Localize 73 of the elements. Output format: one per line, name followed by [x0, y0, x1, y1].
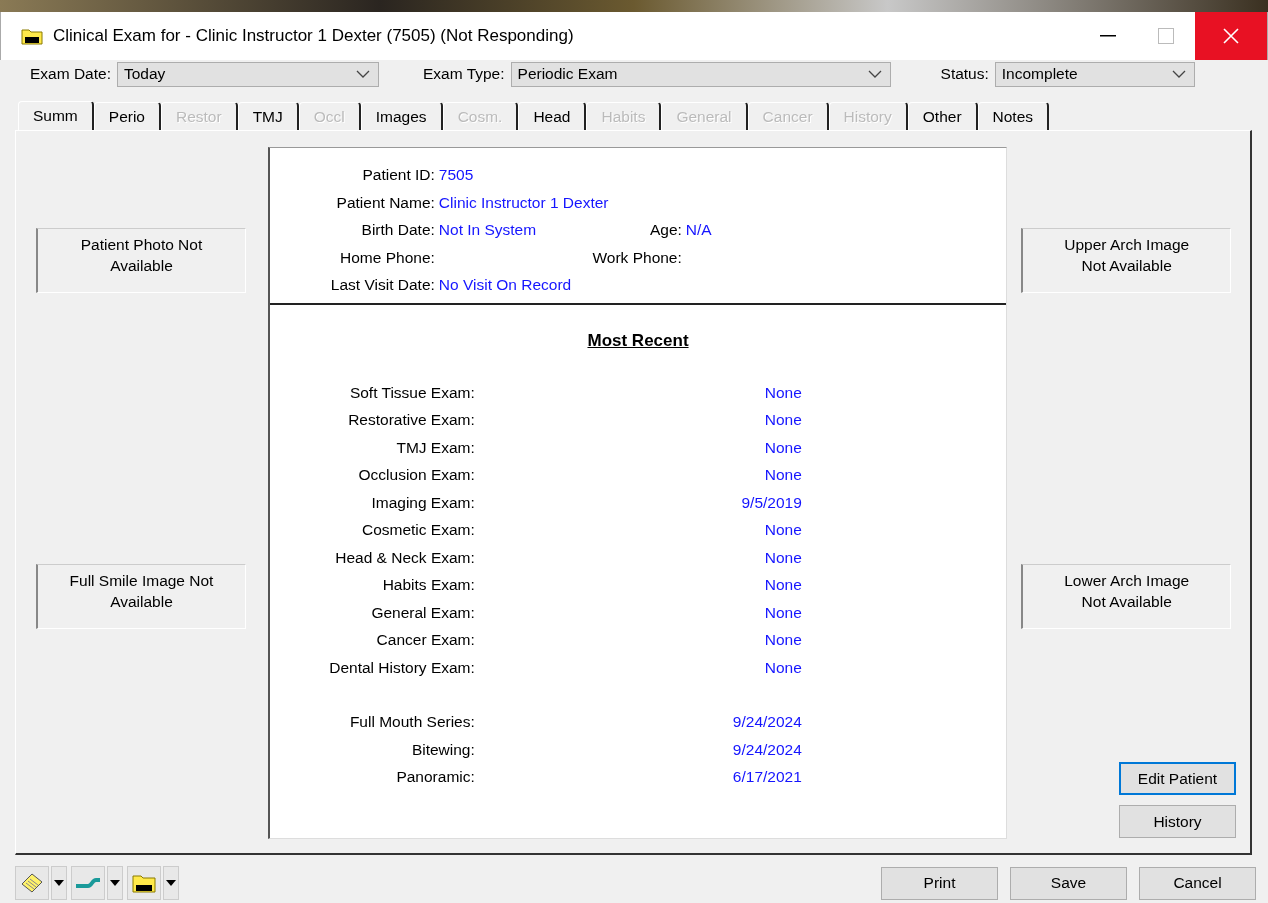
- tab[interactable]: Perio: [93, 102, 161, 130]
- tab[interactable]: Notes: [977, 102, 1050, 130]
- exam-date: None: [763, 630, 802, 650]
- field-label: Patient ID:: [361, 165, 435, 185]
- exam-date: 6/17/2021: [731, 767, 802, 787]
- section-heading: Most Recent: [586, 330, 690, 351]
- field-label: Home Phone:: [339, 247, 435, 268]
- folder-icon: [21, 27, 43, 45]
- tab[interactable]: Images: [360, 102, 443, 130]
- exam-label: Dental History Exam:: [328, 657, 475, 678]
- cancel-button[interactable]: Cancel: [1139, 866, 1256, 900]
- maximize-icon: [1158, 28, 1174, 44]
- exam-date: None: [763, 437, 802, 458]
- tab[interactable]: Head: [518, 102, 587, 130]
- exam-label: Habits Exam:: [381, 575, 475, 595]
- dropdown-field[interactable]: Today: [117, 61, 379, 87]
- placeholder-text: Patient Photo Not Available: [80, 236, 203, 274]
- exam-label: General Exam:: [370, 602, 475, 623]
- exam-label: TMJ Exam:: [395, 437, 475, 458]
- history-button[interactable]: History: [1119, 805, 1236, 838]
- exam-label: Occlusion Exam:: [357, 465, 475, 485]
- field-label: Age:: [648, 220, 682, 240]
- close-icon: [1223, 28, 1239, 44]
- placeholder-text: Full Smile Image Not Available: [69, 572, 214, 610]
- print-button[interactable]: Print: [881, 866, 998, 900]
- dropdown-icon[interactable]: [867, 70, 882, 78]
- save-button[interactable]: Save: [1010, 866, 1127, 900]
- field-value: No Visit On Record: [438, 276, 572, 293]
- exam-label: Cancer Exam:: [375, 630, 475, 650]
- dropdown-icon[interactable]: [1171, 70, 1186, 78]
- tab[interactable]: TMJ: [237, 102, 299, 130]
- notepad-icon[interactable]: [15, 866, 49, 900]
- exam-label: Soft Tissue Exam:: [348, 382, 475, 403]
- exam-label: Bitewing:: [410, 739, 475, 760]
- field-label: Status:: [940, 65, 989, 83]
- dropdown-field[interactable]: Incomplete: [994, 61, 1195, 87]
- window-title: Clinical Exam for - Clinic Instructor 1 Dexter (7505) (Not Responding): [53, 26, 575, 46]
- edit-patient-button[interactable]: Edit Patient: [1119, 762, 1236, 795]
- exam-label: Restorative Exam:: [347, 410, 475, 430]
- exam-date: 9/24/2024: [731, 712, 802, 732]
- field-label: Exam Type:: [423, 65, 505, 83]
- field-value: Not In System: [438, 221, 537, 238]
- placeholder-text: Upper Arch Image Not Available: [1064, 236, 1190, 274]
- exam-date: None: [763, 602, 802, 623]
- exam-date: None: [763, 465, 802, 485]
- dropdown-field[interactable]: Periodic Exam: [510, 61, 891, 87]
- field-label: Work Phone:: [591, 247, 682, 268]
- exam-label: Cosmetic Exam:: [360, 520, 475, 540]
- exam-date: None: [763, 382, 802, 403]
- field-label: Patient Name:: [335, 192, 435, 213]
- field-value: 7505: [438, 166, 474, 183]
- field-value: Clinic Instructor 1 Dexter: [438, 193, 609, 211]
- minimize-icon: [1100, 35, 1116, 37]
- placeholder-text: Lower Arch Image Not Available: [1064, 572, 1190, 610]
- exam-label: Imaging Exam:: [370, 492, 475, 513]
- exam-label: Full Mouth Series:: [348, 712, 475, 732]
- tab[interactable]: Other: [907, 102, 978, 130]
- field-value: N/A: [685, 221, 712, 238]
- exam-date: None: [763, 547, 802, 568]
- exam-label: Panoramic:: [395, 767, 475, 787]
- tab[interactable]: Summ: [18, 101, 94, 131]
- exam-date: None: [763, 575, 802, 595]
- field-label: Last Visit Date:: [329, 275, 435, 295]
- field-label: Exam Date:: [30, 65, 111, 83]
- exam-date: None: [763, 657, 802, 678]
- folder-icon[interactable]: [127, 866, 161, 900]
- exam-date: None: [763, 520, 802, 540]
- exam-label: Head & Neck Exam:: [334, 547, 475, 568]
- exam-date: 9/24/2024: [731, 739, 802, 760]
- field-label: Birth Date:: [360, 220, 435, 240]
- exam-date: None: [763, 410, 802, 430]
- exam-date: 9/5/2019: [740, 492, 802, 513]
- dropdown-icon[interactable]: [356, 70, 370, 78]
